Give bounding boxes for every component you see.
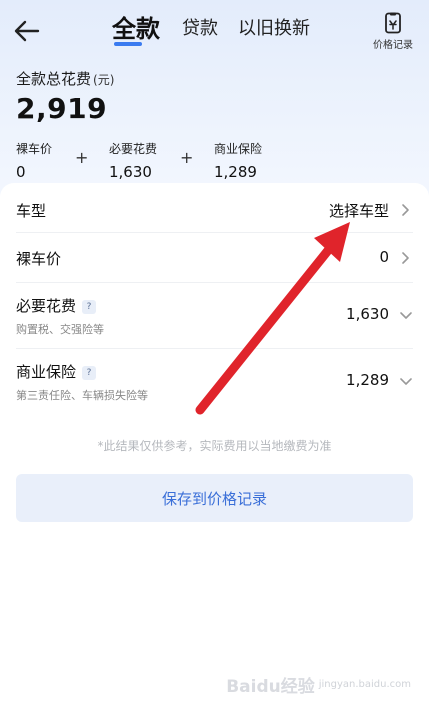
breakdown-label: 裸车价 [16, 142, 53, 156]
arrow-left-icon [14, 20, 40, 42]
tab-full-payment[interactable]: 全款 [112, 14, 160, 46]
plus-sign: + [75, 148, 89, 167]
row-title: 车型 [16, 202, 47, 220]
select-model-value: 选择车型 [328, 202, 389, 220]
chevron-right-icon [402, 204, 409, 216]
row-title: 商业保险 [16, 363, 77, 381]
save-to-price-record-button[interactable]: 保存到价格记录 [16, 474, 413, 522]
chevron-right-icon [402, 252, 409, 264]
price-record-button[interactable]: 价格记录 [371, 12, 415, 52]
watermark-logo: Baidu经验 jingyan.baidu.com [226, 672, 411, 697]
row-subtitle: 第三责任险、车辆损失险等 [16, 389, 148, 402]
payment-tabs: 全款 贷款 以旧换新 [112, 14, 330, 46]
chevron-down-icon [400, 378, 412, 385]
watermark-brand: Baidu经验 [226, 677, 315, 697]
watermark-url: jingyan.baidu.com [318, 679, 411, 690]
phone-clipboard-icon [385, 12, 401, 34]
breakdown-label: 商业保险 [214, 142, 263, 156]
row-title: 裸车价 [16, 250, 62, 268]
help-icon[interactable]: ? [82, 300, 97, 314]
row-title-group: 必要花费? [16, 295, 97, 316]
breakdown-value: 0 [16, 163, 26, 181]
total-cost-value: 2,919 [16, 92, 108, 125]
total-cost-title: 全款总花费 (元) [16, 68, 114, 89]
row-required-fees[interactable]: 必要花费? 购置税、交强险等 1,630 [16, 283, 413, 349]
help-icon[interactable]: ? [82, 366, 97, 380]
chevron-down-icon [400, 312, 412, 319]
breakdown-item-required-fees: 必要花费 1,630 [109, 140, 157, 181]
row-subtitle: 购置税、交强险等 [16, 323, 104, 336]
breakdown-item-bare-price: 裸车价 0 [16, 140, 52, 181]
cost-breakdown: 裸车价 0 必要花费 1,630 商业保险 1,289 [0, 140, 429, 181]
disclaimer-text: *此结果仅供参考，实际费用以当地缴费为准 [97, 439, 332, 453]
tab-trade-in[interactable]: 以旧换新 [238, 14, 310, 44]
row-title: 必要花费 [16, 297, 77, 315]
breakdown-label: 必要花费 [109, 142, 158, 156]
bare-price-value: 0 [379, 248, 389, 266]
plus-sign: + [180, 148, 194, 167]
price-record-label: 价格记录 [373, 40, 413, 51]
row-bare-price[interactable]: 裸车价 0 [16, 233, 413, 283]
breakdown-value: 1,289 [214, 163, 257, 181]
commercial-insurance-value: 1,289 [346, 371, 389, 389]
row-commercial-insurance[interactable]: 商业保险? 第三责任险、车辆损失险等 1,289 [16, 349, 413, 415]
total-cost-label: 全款总花费 [16, 70, 92, 88]
top-navigation-bar: 全款 贷款 以旧换新 价格记录 [0, 0, 429, 62]
breakdown-item-commercial-insurance: 商业保险 1,289 [214, 140, 262, 181]
row-car-model[interactable]: 车型 选择车型 [16, 183, 413, 233]
tab-loan[interactable]: 贷款 [182, 14, 218, 44]
back-button[interactable] [12, 16, 42, 46]
required-fees-value: 1,630 [346, 305, 389, 323]
breakdown-value: 1,630 [109, 163, 152, 181]
currency-unit: (元) [93, 73, 115, 87]
row-title-group: 商业保险? [16, 361, 97, 382]
